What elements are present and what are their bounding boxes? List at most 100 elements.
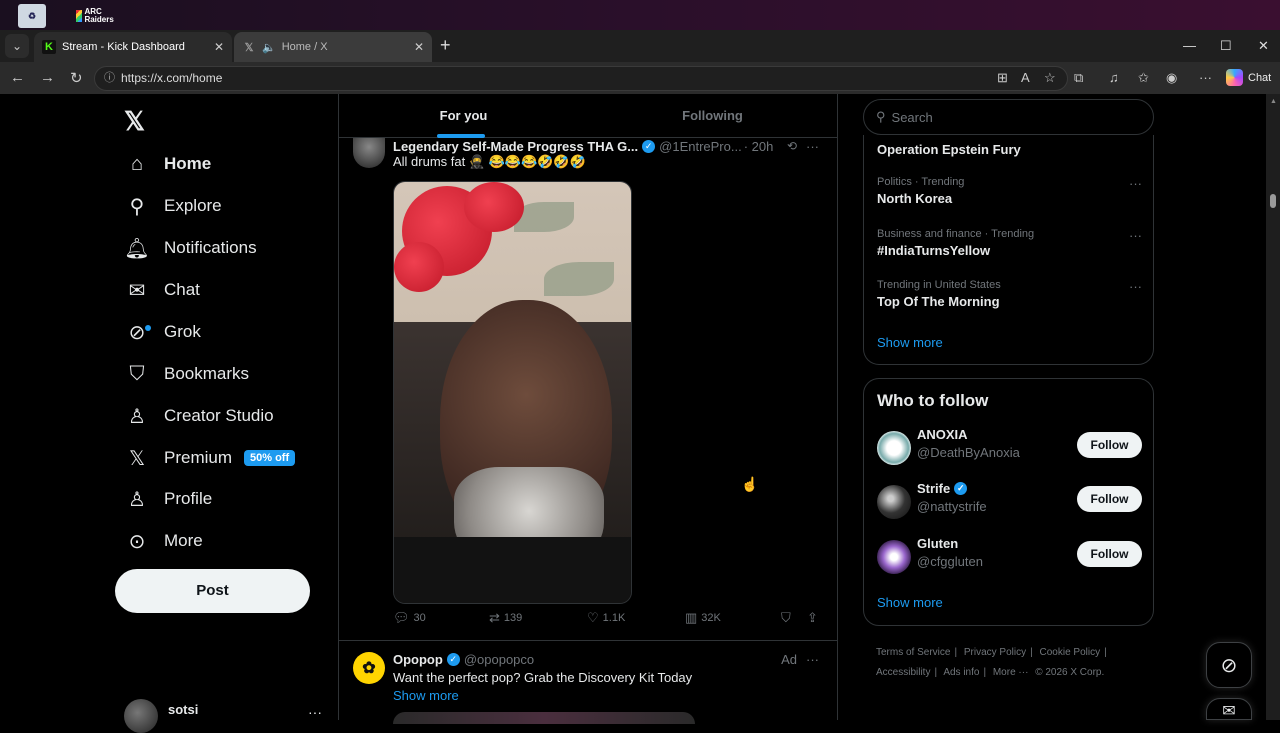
scroll-up-icon[interactable]: ▲ [1270, 98, 1277, 105]
tweet-time[interactable]: · 20h [744, 139, 774, 154]
close-tab-icon[interactable]: ✕ [414, 40, 424, 54]
reply-count: 30 [413, 612, 426, 624]
show-more-link[interactable]: Show more [393, 688, 459, 703]
favorite-star-icon[interactable]: ☆ [1044, 70, 1056, 86]
footer-link-cookie[interactable]: Cookie Policy [1040, 647, 1101, 658]
suggestion-name-text: ANOXIA [917, 427, 968, 442]
tweet-video[interactable] [393, 181, 632, 604]
tweet-author-name[interactable]: Legendary Self-Made Progress THA G... [393, 139, 638, 154]
close-tab-icon[interactable]: ✕ [214, 40, 224, 54]
avatar[interactable]: ✿ [353, 652, 385, 684]
bookmark-button[interactable]: ⛉ [781, 610, 791, 626]
speaker-icon[interactable]: 🔈 [262, 41, 276, 54]
share-button[interactable]: ⇪ [807, 610, 818, 626]
post-button[interactable]: Post [115, 569, 310, 613]
avatar[interactable] [353, 138, 385, 168]
more-icon[interactable]: ··· [1129, 279, 1142, 294]
follow-button[interactable]: Follow [1077, 432, 1142, 458]
follow-button[interactable]: Follow [1077, 541, 1142, 567]
footer-separator: | [1030, 647, 1033, 658]
tab-kick-dashboard[interactable]: K Stream - Kick Dashboard ✕ [34, 32, 232, 62]
mouse-cursor: ☝ [741, 476, 759, 492]
nav-chat[interactable]: ✉ Chat [124, 270, 200, 310]
read-aloud-icon[interactable]: A [1021, 70, 1030, 85]
settings-more-icon[interactable]: ··· [1199, 70, 1212, 85]
refresh-icon[interactable]: ↻ [70, 69, 83, 87]
who-to-follow-show-more-link[interactable]: Show more [877, 595, 943, 610]
trend-item[interactable]: Business and finance · Trending #IndiaTu… [877, 228, 1142, 258]
footer-link-privacy[interactable]: Privacy Policy [964, 647, 1026, 658]
follow-suggestion[interactable]: Strife ✓ @nattystrife Follow [877, 481, 1142, 521]
nav-creator-studio[interactable]: ♙ Creator Studio [124, 396, 274, 436]
site-info-icon[interactable]: ⓘ [104, 67, 115, 90]
suggestion-handle: @nattystrife [917, 499, 987, 514]
trend-item[interactable]: Politics · Trending North Korea ··· [877, 176, 1142, 206]
trend-item[interactable]: Operation Epstein Fury [877, 139, 1142, 157]
nav-profile[interactable]: ♙ Profile [124, 479, 212, 519]
extensions-icon[interactable]: ⧉ [1074, 70, 1083, 86]
arc-raiders-shortcut[interactable]: ARC Raiders [76, 4, 116, 28]
footer-link-accessibility[interactable]: Accessibility [876, 667, 930, 678]
grok-explain-icon[interactable]: ⟲ [787, 139, 797, 153]
favorites-icon[interactable]: ✩ [1138, 70, 1149, 86]
like-button[interactable]: ♡ 1.1K [587, 610, 625, 626]
more-icon[interactable]: ··· [308, 704, 322, 720]
more-icon[interactable]: ··· [806, 139, 819, 154]
grok-float-button[interactable]: ⊘ [1206, 642, 1252, 688]
trend-item[interactable]: Trending in United States Top Of The Mor… [877, 279, 1142, 309]
tab-actions-menu-button[interactable]: ⌄ [5, 34, 29, 58]
reply-button[interactable]: 💬︎ 30 [393, 610, 426, 626]
ad-author-name[interactable]: Opopop [393, 652, 443, 667]
follow-suggestion[interactable]: Gluten @cfggluten Follow [877, 536, 1142, 576]
messages-float-button[interactable]: ✉ [1206, 698, 1252, 720]
search-input[interactable]: ⚲ Search [863, 99, 1154, 135]
follow-suggestion[interactable]: ANOXIA @DeathByAnoxia Follow [877, 427, 1142, 467]
timeline: For you Following Legendary Self-Made Pr… [338, 94, 838, 724]
page-scrollbar[interactable]: ▲ [1266, 94, 1280, 720]
new-tab-button[interactable]: + [440, 35, 451, 56]
profile-avatar-icon[interactable]: ◉ [1166, 70, 1177, 86]
recycle-bin-icon[interactable]: ♻ [18, 4, 46, 28]
follow-button[interactable]: Follow [1077, 486, 1142, 512]
nav-explore[interactable]: ⚲ Explore [124, 186, 222, 226]
views-icon: ▥ [685, 610, 698, 625]
maximize-button[interactable]: ☐ [1220, 38, 1232, 54]
scrollbar-thumb[interactable] [1270, 194, 1276, 208]
minimize-button[interactable]: — [1183, 38, 1196, 53]
x-logo-icon[interactable]: 𝕏 [124, 106, 145, 137]
ad-media[interactable] [393, 712, 695, 724]
nav-notifications[interactable]: 🔔︎ Notifications [124, 228, 256, 268]
views-button[interactable]: ▥ 32K [685, 610, 721, 626]
tweet-author-handle[interactable]: @1EntrePro... [659, 139, 742, 154]
more-icon[interactable]: ··· [806, 652, 819, 667]
address-bar[interactable]: ⓘ https://x.com/home [94, 66, 1068, 91]
close-window-button[interactable]: ✕ [1258, 38, 1269, 54]
repost-button[interactable]: ⇄ 139 [489, 610, 522, 626]
tab-for-you[interactable]: For you [339, 94, 588, 138]
tab-home-x[interactable]: 𝕏 🔈 Home / X ✕ [234, 32, 432, 62]
avatar [124, 699, 158, 733]
nav-label: Profile [164, 489, 213, 508]
nav-premium[interactable]: 𝕏 Premium 50% off [124, 438, 296, 478]
nav-home[interactable]: ⌂ Home [124, 144, 211, 184]
ad-author-handle[interactable]: @opopopco [464, 652, 534, 667]
footer-link-more[interactable]: More ··· [993, 667, 1029, 678]
nav-grok[interactable]: ⊘ Grok [124, 312, 201, 352]
footer-link-ads-info[interactable]: Ads info [943, 667, 979, 678]
tab-following[interactable]: Following [588, 94, 837, 138]
nav-bookmarks[interactable]: ⛉ Bookmarks [124, 354, 250, 394]
more-icon[interactable]: ··· [1129, 176, 1142, 191]
app-available-icon[interactable]: ⊞ [997, 70, 1008, 86]
media-control-icon[interactable]: ♫ [1109, 70, 1119, 85]
footer-link-terms[interactable]: Terms of Service [876, 647, 950, 658]
nav-more[interactable]: ⊙ More [124, 521, 203, 561]
search-placeholder: Search [891, 109, 933, 125]
back-icon[interactable]: ← [10, 69, 25, 86]
forward-icon[interactable]: → [40, 69, 55, 86]
trend-context: Politics · Trending [877, 176, 965, 188]
account-switcher[interactable]: sotsi ··· [124, 698, 324, 733]
copilot-chat-button[interactable]: Chat [1226, 69, 1271, 86]
more-icon[interactable]: ··· [1129, 228, 1142, 243]
trends-show-more-link[interactable]: Show more [877, 335, 943, 350]
heart-icon: ♡ [587, 610, 599, 625]
